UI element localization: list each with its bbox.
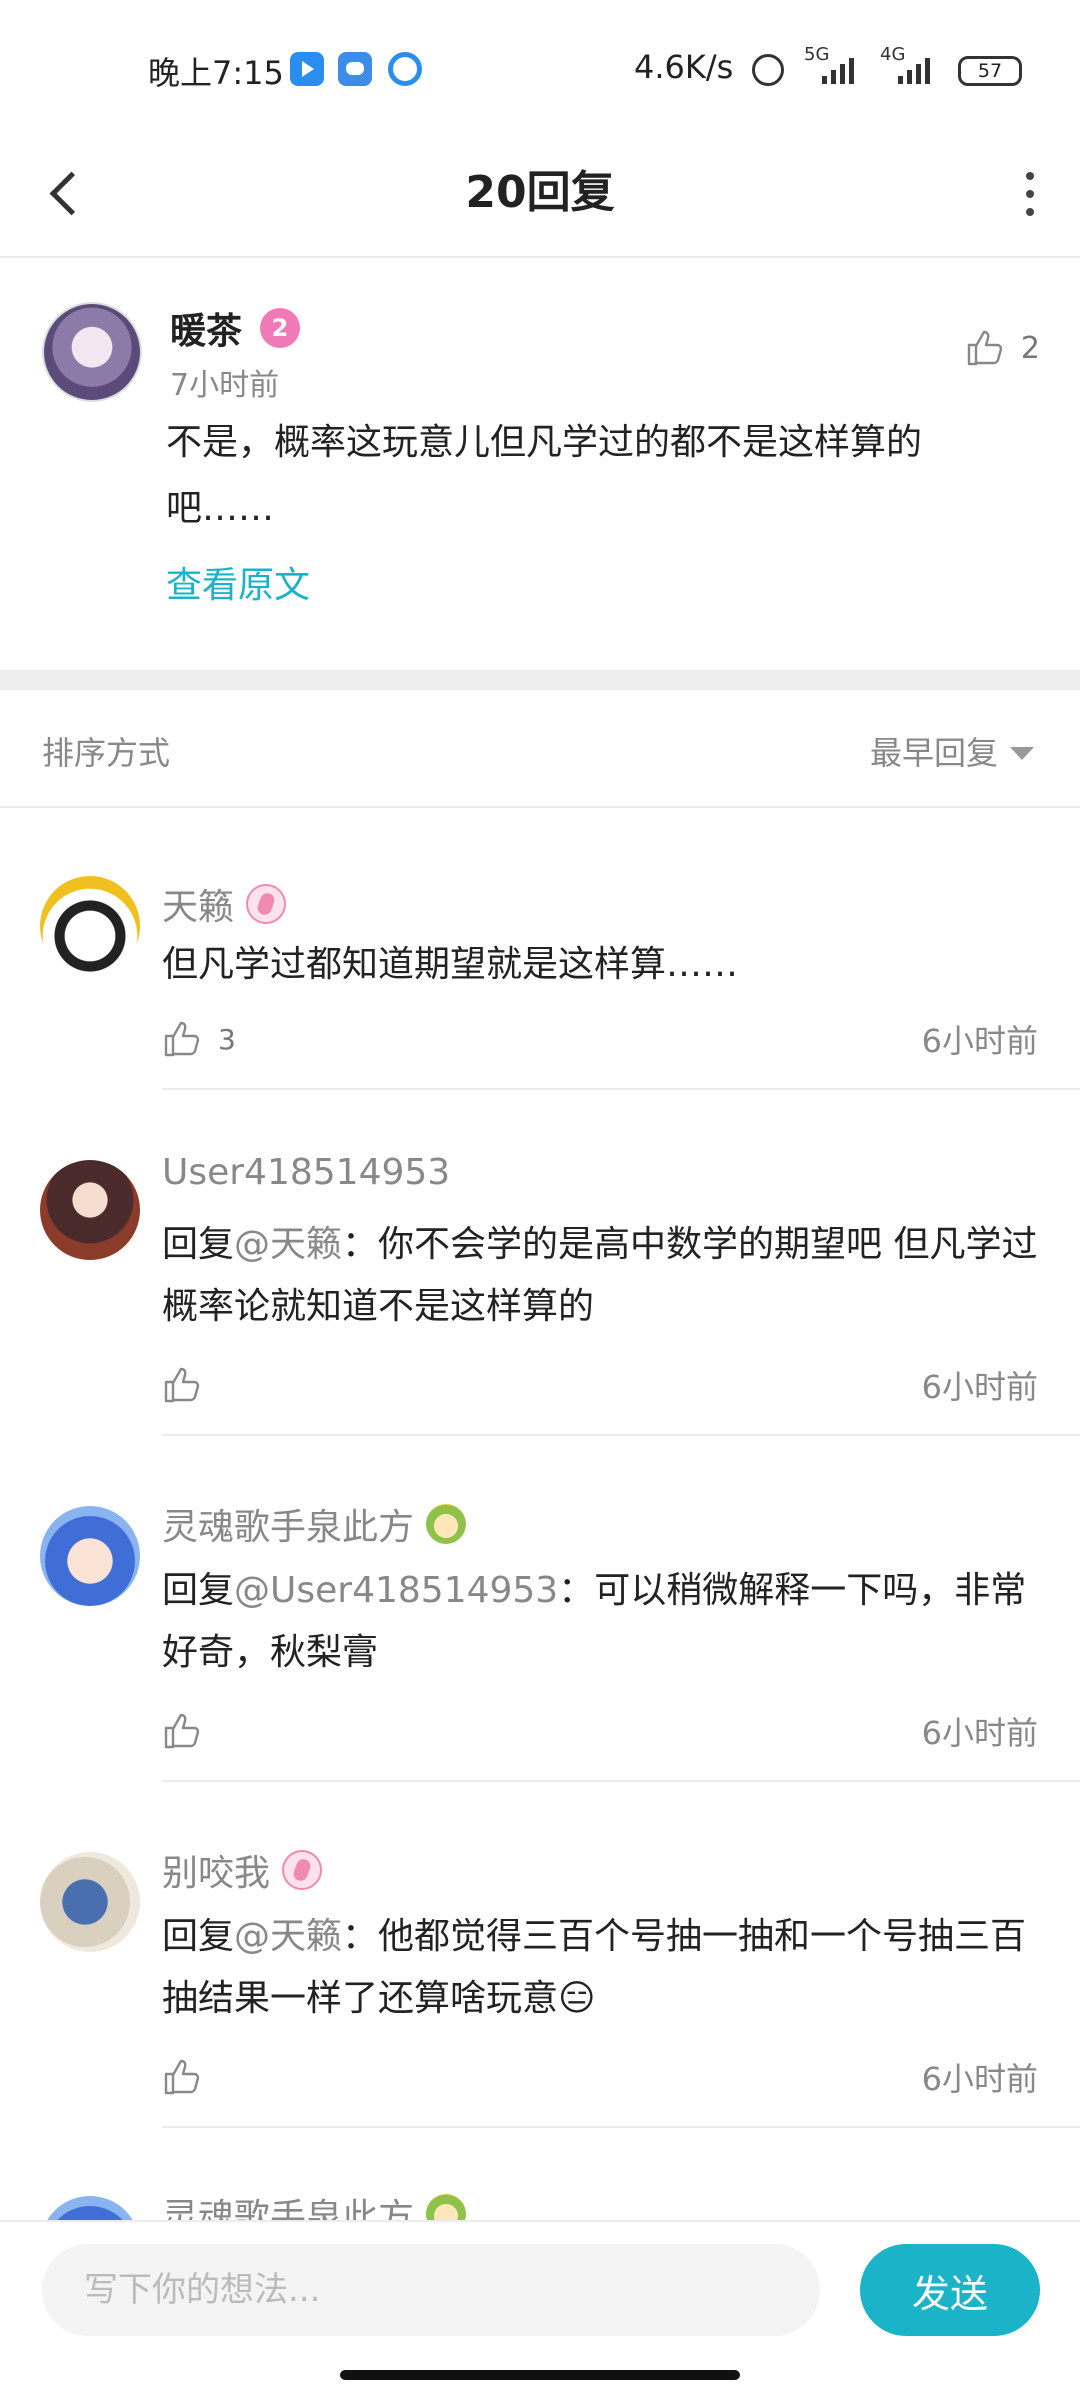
- avatar[interactable]: [40, 1506, 140, 1606]
- like-button[interactable]: 3: [162, 1019, 236, 1059]
- reply-actions: 3 6小时前: [162, 1016, 1038, 1062]
- sort-selected-value: 最早回复: [869, 734, 998, 772]
- signal-5g-icon: 5G: [804, 44, 864, 86]
- user-badge-icon: [246, 884, 287, 924]
- reply-prefix: 回复: [162, 1224, 235, 1265]
- avatar[interactable]: [40, 876, 140, 976]
- home-indicator[interactable]: [340, 2370, 740, 2380]
- page-title: 20回复: [465, 167, 615, 218]
- reply-author-name[interactable]: User418514953: [162, 1152, 450, 1193]
- weather-app-icon: [338, 52, 372, 86]
- divider: [162, 1088, 1080, 1090]
- like-count: 3: [218, 1022, 236, 1056]
- reply-author-name[interactable]: 灵魂歌手泉此方: [162, 1498, 414, 1550]
- browser-app-icon: [388, 52, 422, 86]
- thumbs-up-icon: [162, 1019, 202, 1059]
- reply-author-row: 天籁: [162, 878, 287, 930]
- like-button[interactable]: [162, 1365, 218, 1405]
- reply-actions: 6小时前: [162, 1708, 1038, 1754]
- sort-bar: 排序方式 最早回复: [0, 690, 1080, 808]
- reply-text: 回复@User418514953：可以稍微解释一下吗，非常好奇，秋梨膏: [162, 1560, 1042, 1684]
- top-nav-bar: 20回复: [0, 130, 1080, 258]
- reply-author-name[interactable]: 天籁: [162, 878, 234, 930]
- status-bar: 晚上7:15 4.6K/s 5G 4G 57: [0, 0, 1080, 130]
- reply-author-row: User418514953: [162, 1152, 450, 1193]
- status-time: 晚上7:15: [148, 54, 284, 92]
- user-badge-icon: [426, 1504, 467, 1544]
- caret-down-icon: [1010, 746, 1034, 760]
- reply-prefix: 回复: [162, 1916, 235, 1957]
- reply-time: 6小时前: [921, 1368, 1038, 1406]
- avatar[interactable]: [40, 1852, 140, 1952]
- reply-actions: 6小时前: [162, 1362, 1038, 1408]
- video-app-icon: [290, 52, 324, 86]
- avatar[interactable]: [40, 1160, 140, 1260]
- view-original-link[interactable]: 查看原文: [166, 556, 310, 608]
- reply-time: 6小时前: [921, 2060, 1038, 2098]
- level-badge: 2: [260, 308, 300, 348]
- thumbs-up-icon: [162, 1711, 202, 1751]
- like-button[interactable]: [162, 2057, 218, 2097]
- comment-composer: 发送: [0, 2220, 1080, 2370]
- reply-author-row: 别咬我: [162, 1844, 323, 1896]
- reply-mention[interactable]: @天籁: [234, 1916, 342, 1957]
- main-comment: 暖茶 2 7小时前 2 不是，概率这玩意儿但凡学过的都不是这样算的吧…… 查看原…: [0, 260, 1080, 670]
- signal-4g-icon: 4G: [880, 44, 940, 86]
- network-speed: 4.6K/s: [634, 48, 734, 86]
- battery-icon: 57: [958, 56, 1022, 86]
- reply-text: 但凡学过都知道期望就是这样算……: [162, 934, 1042, 996]
- reply-mention[interactable]: @天籁: [234, 1224, 342, 1265]
- reply-mention[interactable]: @User418514953: [234, 1570, 558, 1611]
- divider: [162, 1780, 1080, 1782]
- comment-input[interactable]: [42, 2244, 820, 2336]
- thumbs-up-icon: [965, 328, 1005, 368]
- reply-time: 6小时前: [921, 1714, 1038, 1752]
- send-button[interactable]: 发送: [860, 2244, 1040, 2336]
- divider: [162, 2126, 1080, 2128]
- avatar[interactable]: [42, 302, 142, 402]
- author-name[interactable]: 暖茶: [170, 302, 242, 354]
- like-button[interactable]: [162, 1711, 218, 1751]
- reply-text: 回复@天籁：他都觉得三百个号抽一抽和一个号抽三百抽结果一样了还算啥玩意😑: [162, 1906, 1042, 2030]
- more-options-icon[interactable]: [1010, 158, 1050, 230]
- user-badge-icon: [282, 1850, 323, 1890]
- reply-time: 6小时前: [921, 1022, 1038, 1060]
- reply-actions: 6小时前: [162, 2054, 1038, 2100]
- thumbs-up-icon: [162, 2057, 202, 2097]
- section-divider: [0, 670, 1080, 690]
- sort-dropdown[interactable]: 最早回复: [870, 728, 1034, 774]
- like-button[interactable]: 2: [965, 328, 1040, 368]
- thumbs-up-icon: [162, 1365, 202, 1405]
- post-time: 7小时前: [170, 368, 280, 403]
- sort-label: 排序方式: [42, 734, 171, 772]
- like-count: 2: [1020, 330, 1040, 366]
- reply-author-name[interactable]: 别咬我: [162, 1844, 270, 1896]
- reply-text: 回复@天籁：你不会学的是高中数学的期望吧 但凡学过概率论就知道不是这样算的: [162, 1214, 1042, 1338]
- reply-prefix: 回复: [162, 1570, 235, 1611]
- alarm-icon: [752, 54, 784, 86]
- divider: [162, 1434, 1080, 1436]
- reply-body: 但凡学过都知道期望就是这样算……: [162, 944, 739, 985]
- reply-author-row: 灵魂歌手泉此方: [162, 1498, 467, 1550]
- comment-content: 不是，概率这玩意儿但凡学过的都不是这样算的吧……: [166, 422, 923, 529]
